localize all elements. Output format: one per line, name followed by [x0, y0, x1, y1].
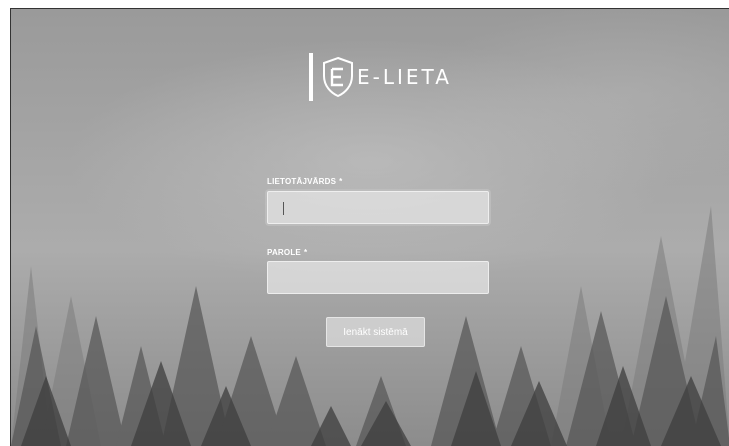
- required-mark: *: [303, 248, 308, 257]
- username-label: LIETOTĀJVĀRDS *: [267, 177, 342, 186]
- username-label-text: LIETOTĀJVĀRDS: [267, 177, 337, 186]
- logo-bar: [309, 53, 313, 101]
- password-input[interactable]: [267, 261, 489, 294]
- text-caret: [283, 202, 284, 215]
- logo-text: E-LIETA: [357, 65, 452, 89]
- login-page: E-LIETA LIETOTĀJVĀRDS * PAROLE * Ienākt si…: [10, 8, 729, 446]
- password-label-text: PAROLE: [267, 248, 301, 257]
- username-input[interactable]: [267, 191, 489, 224]
- required-mark: *: [339, 177, 343, 186]
- shield-icon: [323, 56, 353, 98]
- login-button[interactable]: Ienākt sistēmā: [326, 317, 425, 347]
- brand-logo: E-LIETA: [309, 53, 452, 101]
- password-label: PAROLE *: [267, 248, 307, 257]
